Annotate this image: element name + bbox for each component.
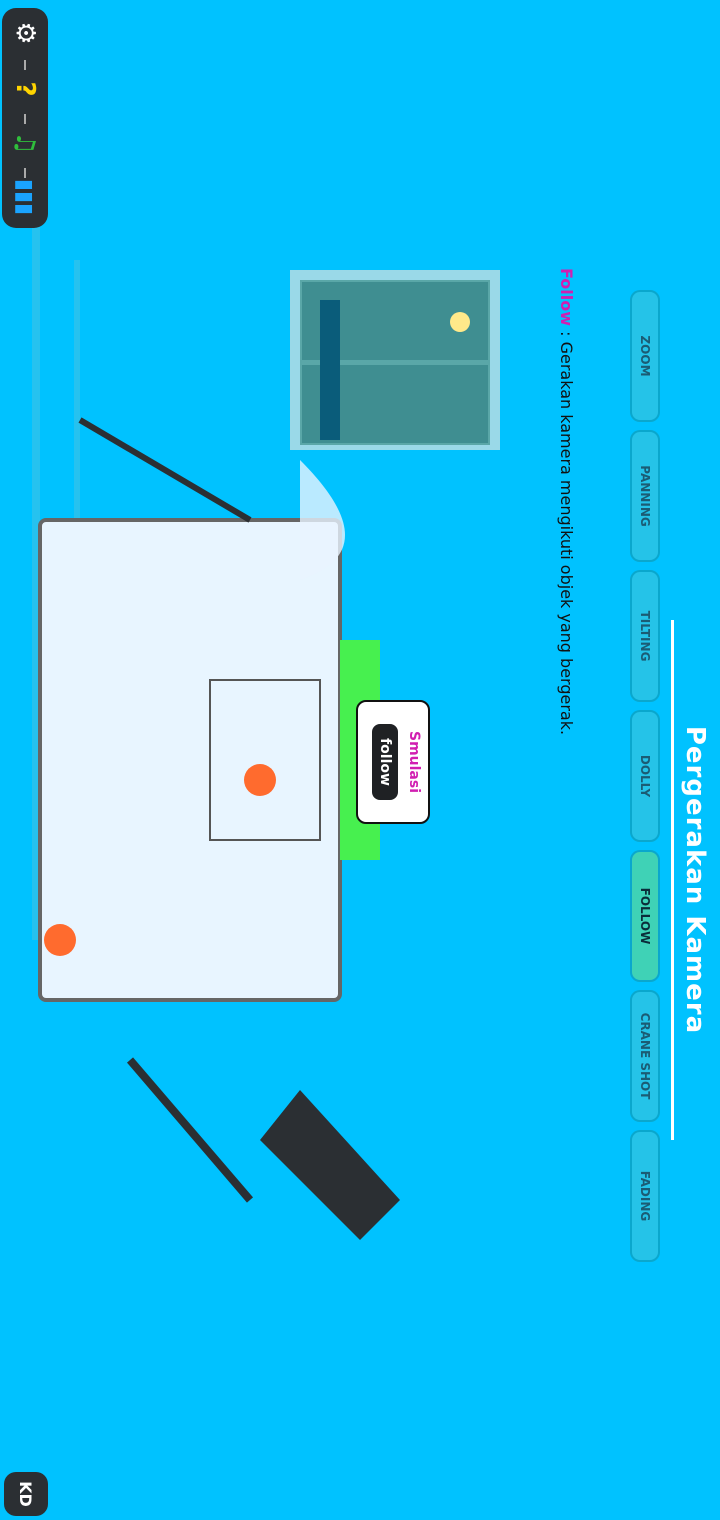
rotated-stage: KD Pergerakan Kamera ZOOM PANNING TILTIN… bbox=[0, 0, 720, 1520]
toolbar-separator bbox=[24, 168, 26, 178]
settings-icon[interactable]: ⚙ bbox=[8, 16, 42, 50]
music-icon[interactable]: ♫ bbox=[8, 126, 42, 160]
window-illustration bbox=[290, 270, 500, 450]
kd-badge[interactable]: KD bbox=[0, 1472, 48, 1520]
toolbar-separator bbox=[24, 60, 26, 70]
tab-dolly[interactable]: DOLLY bbox=[630, 710, 660, 842]
tab-crane-shot[interactable]: CRANE SHOT bbox=[630, 990, 660, 1122]
simulasi-label: Smulasi bbox=[406, 730, 422, 793]
tab-zoom[interactable]: ZOOM bbox=[630, 290, 660, 422]
volume-icon[interactable]: ▮▮▮ bbox=[8, 179, 42, 215]
tab-tilting[interactable]: TILTING bbox=[630, 570, 660, 702]
preview-monitor bbox=[38, 518, 342, 1002]
simulasi-tag: follow bbox=[372, 724, 398, 800]
tab-bar: ZOOM PANNING TILTING DOLLY FOLLOW CRANE … bbox=[630, 290, 660, 1262]
tab-fading[interactable]: FADING bbox=[630, 1130, 660, 1262]
description-text: Follow : Gerakan kamera mengikuti objek … bbox=[550, 268, 576, 1168]
plant-pot-1 bbox=[244, 764, 276, 796]
softbox-light bbox=[126, 1057, 400, 1240]
simulasi-button[interactable]: Smulasi follow bbox=[356, 700, 430, 824]
toolbar-separator bbox=[24, 114, 26, 124]
tab-follow[interactable]: FOLLOW bbox=[630, 850, 660, 982]
badge-text: KD bbox=[4, 1472, 48, 1516]
plant-pot-2 bbox=[44, 924, 76, 956]
help-icon[interactable]: ? bbox=[8, 72, 42, 106]
description-keyword: Follow bbox=[557, 268, 576, 327]
description-body: : Gerakan kamera mengikuti objek yang be… bbox=[557, 326, 576, 736]
bottom-toolbar: ⚙ ? ♫ ▮▮▮ bbox=[2, 8, 48, 228]
tab-panning[interactable]: PANNING bbox=[630, 430, 660, 562]
title-underline bbox=[671, 620, 674, 1140]
